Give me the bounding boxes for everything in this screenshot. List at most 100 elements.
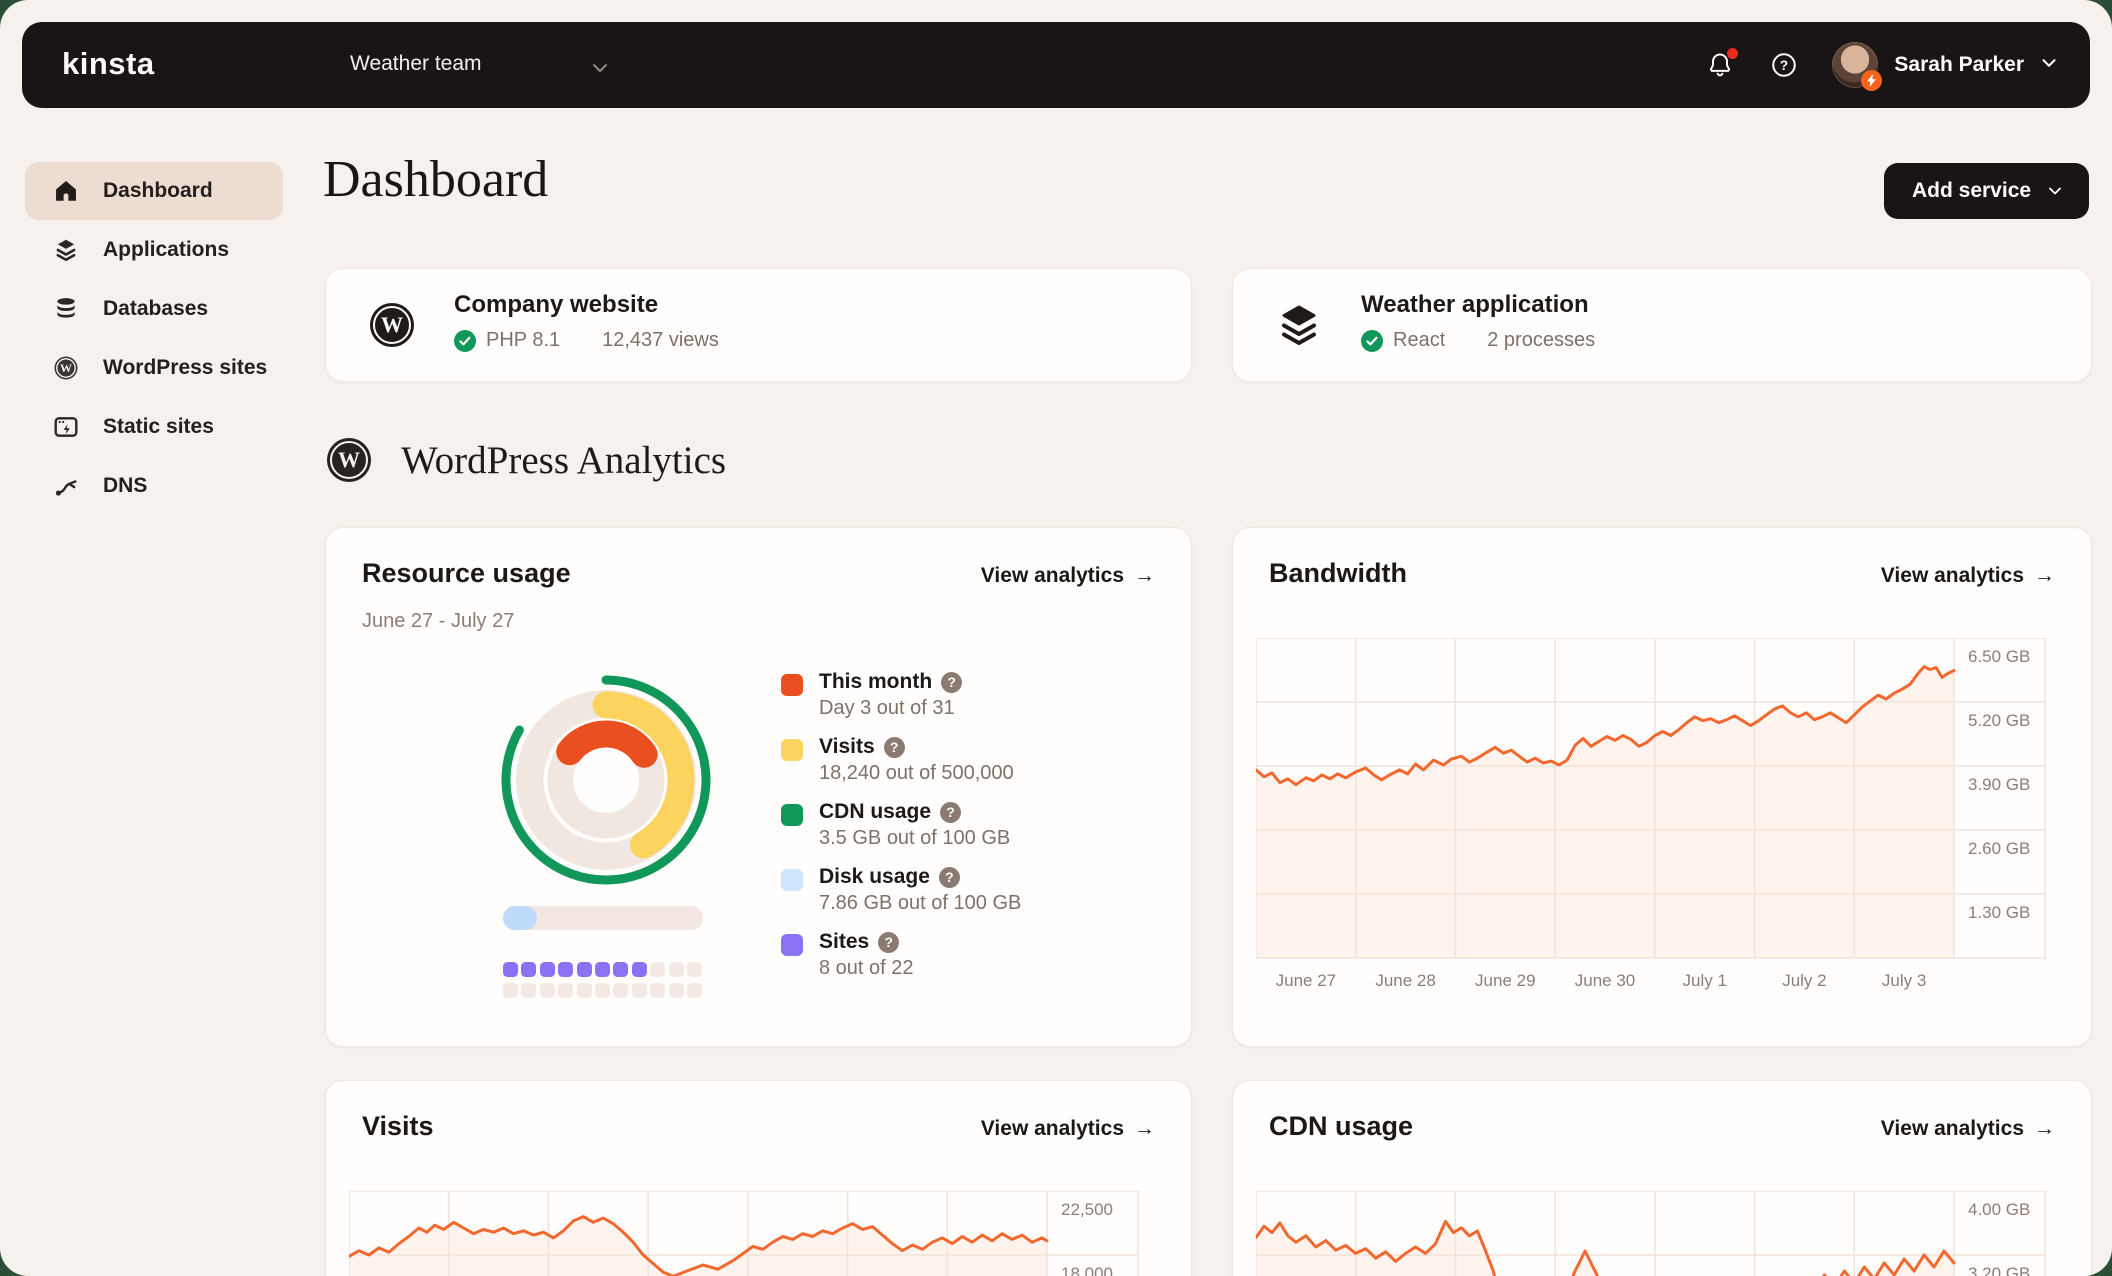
view-analytics-label: View analytics [980, 1117, 1124, 1140]
site-dot-free [539, 983, 555, 998]
legend-label: Visits [819, 735, 875, 758]
site-dot-free [503, 983, 518, 998]
site-dot-free [558, 983, 574, 998]
site-dot-used [503, 962, 518, 977]
svg-text:2.60 GB: 2.60 GB [1968, 839, 2030, 858]
add-service-button[interactable]: Add service [1884, 163, 2090, 219]
legend-value: 3.5 GB out of 100 GB [819, 827, 1011, 849]
legend-swatch [781, 804, 803, 826]
help-icon[interactable]: ? [878, 931, 900, 953]
svg-text:3.20 GB: 3.20 GB [1968, 1264, 2030, 1276]
site-dot-used [521, 962, 537, 977]
site-dot-used [594, 962, 610, 977]
site-dot-used [631, 962, 647, 977]
arrow-right-icon: → [1134, 564, 1155, 587]
svg-text:July 2: July 2 [1782, 971, 1826, 990]
app-views-label: 12,437 views [602, 329, 719, 351]
date-range: June 27 - July 27 [362, 610, 515, 632]
svg-text:W: W [381, 312, 403, 337]
resource-usage-legend: This month? Day 3 out of 31 Visits? 18,240 … [781, 670, 1021, 980]
arrow-right-icon: → [2034, 1117, 2055, 1140]
sidebar-item-dns[interactable]: DNS [25, 457, 283, 515]
help-icon[interactable]: ? [1762, 43, 1806, 87]
view-analytics-link[interactable]: View analytics → [1881, 564, 2055, 588]
arrow-right-icon: → [1134, 1117, 1155, 1140]
card-title: CDN usage [1269, 1111, 1414, 1141]
kinsta-logo: kinsta [62, 46, 155, 81]
static-icon [53, 414, 79, 440]
database-icon [53, 296, 79, 322]
notification-dot [1727, 48, 1739, 59]
help-icon[interactable]: ? [938, 866, 960, 888]
app-card-meta: PHP 8.1 12,437 views [454, 329, 719, 352]
disk-usage-bar [503, 906, 703, 930]
layers-icon [1275, 301, 1323, 354]
sidebar-item-applications[interactable]: Applications [25, 221, 283, 279]
svg-text:18,000: 18,000 [1061, 1264, 1113, 1276]
wordpress-icon: W [327, 438, 371, 482]
app-card-weather-application[interactable]: Weather application React 2 processes [1232, 268, 2092, 382]
cdn-line-chart: 4.00 GB 3.20 GB [1256, 1191, 2046, 1276]
legend-swatch [781, 869, 803, 891]
view-analytics-link[interactable]: View analytics → [1881, 1117, 2055, 1141]
sidebar-item-label: Applications [103, 238, 230, 261]
add-service-chevron-icon [2049, 187, 2061, 195]
svg-text:3.90 GB: 3.90 GB [1968, 775, 2030, 794]
help-icon[interactable]: ? [941, 671, 963, 693]
card-title: Bandwidth [1269, 558, 1407, 588]
legend-entry-this-month: This month? Day 3 out of 31 [781, 670, 1021, 720]
legend-entry-visits: Visits? 18,240 out of 500,000 [781, 735, 1021, 785]
sidebar-item-label: Dashboard [103, 179, 213, 202]
add-service-label: Add service [1912, 179, 2032, 202]
view-analytics-link[interactable]: View analytics → [981, 564, 1155, 588]
lightning-badge-icon [1861, 70, 1883, 91]
sidebar-item-databases[interactable]: Databases [25, 280, 283, 338]
legend-swatch [781, 934, 803, 956]
svg-text:June 29: June 29 [1475, 971, 1536, 990]
legend-entry-disk-usage: Disk usage? 7.86 GB out of 100 GB [781, 865, 1021, 915]
sidebar-item-label: WordPress sites [103, 356, 268, 379]
svg-text:5.20 GB: 5.20 GB [1968, 711, 2030, 730]
legend-swatch [781, 674, 803, 696]
site-dot-free [521, 983, 537, 998]
legend-value: 7.86 GB out of 100 GB [819, 892, 1022, 914]
nav-right-cluster: ? Sarah Parker [1698, 22, 2060, 108]
layers-icon [53, 237, 79, 263]
bandwidth-card: Bandwidth View analytics → 6.50 GB 5.20 G… [1232, 527, 2092, 1047]
view-analytics-link[interactable]: View analytics → [981, 1117, 1155, 1141]
page-title: Dashboard [323, 151, 549, 208]
site-dot-free [668, 983, 684, 998]
site-dot-free [631, 983, 647, 998]
site-dot-used [613, 962, 629, 977]
help-icon[interactable]: ? [940, 801, 962, 823]
legend-label: Disk usage [819, 865, 930, 888]
notifications-bell-icon[interactable] [1698, 43, 1742, 87]
app-card-meta: React 2 processes [1361, 329, 1595, 352]
app-card-company-website[interactable]: W Company website PHP 8.1 12,437 views [325, 268, 1192, 382]
team-selector[interactable]: Weather team [350, 52, 482, 76]
arrow-right-icon: → [2034, 564, 2055, 587]
team-chevron-down-icon[interactable] [588, 56, 612, 85]
app-processes-label: 2 processes [1487, 329, 1596, 351]
sidebar-item-dashboard[interactable]: Dashboard [25, 162, 283, 220]
site-dot-free [650, 983, 666, 998]
view-analytics-label: View analytics [1880, 1117, 2024, 1140]
app-card-title: Company website [454, 291, 659, 318]
svg-text:?: ? [1780, 58, 1788, 73]
sidebar-item-label: DNS [103, 474, 148, 497]
view-analytics-label: View analytics [1880, 564, 2024, 587]
user-name[interactable]: Sarah Parker [1894, 53, 2024, 77]
svg-text:July 3: July 3 [1882, 971, 1926, 990]
cdn-usage-card: CDN usage View analytics → 4.00 GB 3.20 G… [1232, 1080, 2092, 1276]
user-chevron-down-icon[interactable] [2038, 52, 2060, 79]
sidebar-item-static-sites[interactable]: Static sites [25, 398, 283, 456]
svg-text:4.00 GB: 4.00 GB [1968, 1200, 2030, 1219]
sidebar-item-wordpress-sites[interactable]: W WordPress sites [25, 339, 283, 397]
help-icon[interactable]: ? [883, 736, 905, 758]
user-avatar[interactable] [1832, 42, 1883, 91]
legend-entry-cdn-usage: CDN usage? 3.5 GB out of 100 GB [781, 800, 1021, 850]
card-title: Visits [362, 1111, 434, 1141]
legend-swatch [781, 739, 803, 761]
legend-label: CDN usage [819, 800, 932, 823]
app-runtime-label: React [1393, 329, 1446, 351]
